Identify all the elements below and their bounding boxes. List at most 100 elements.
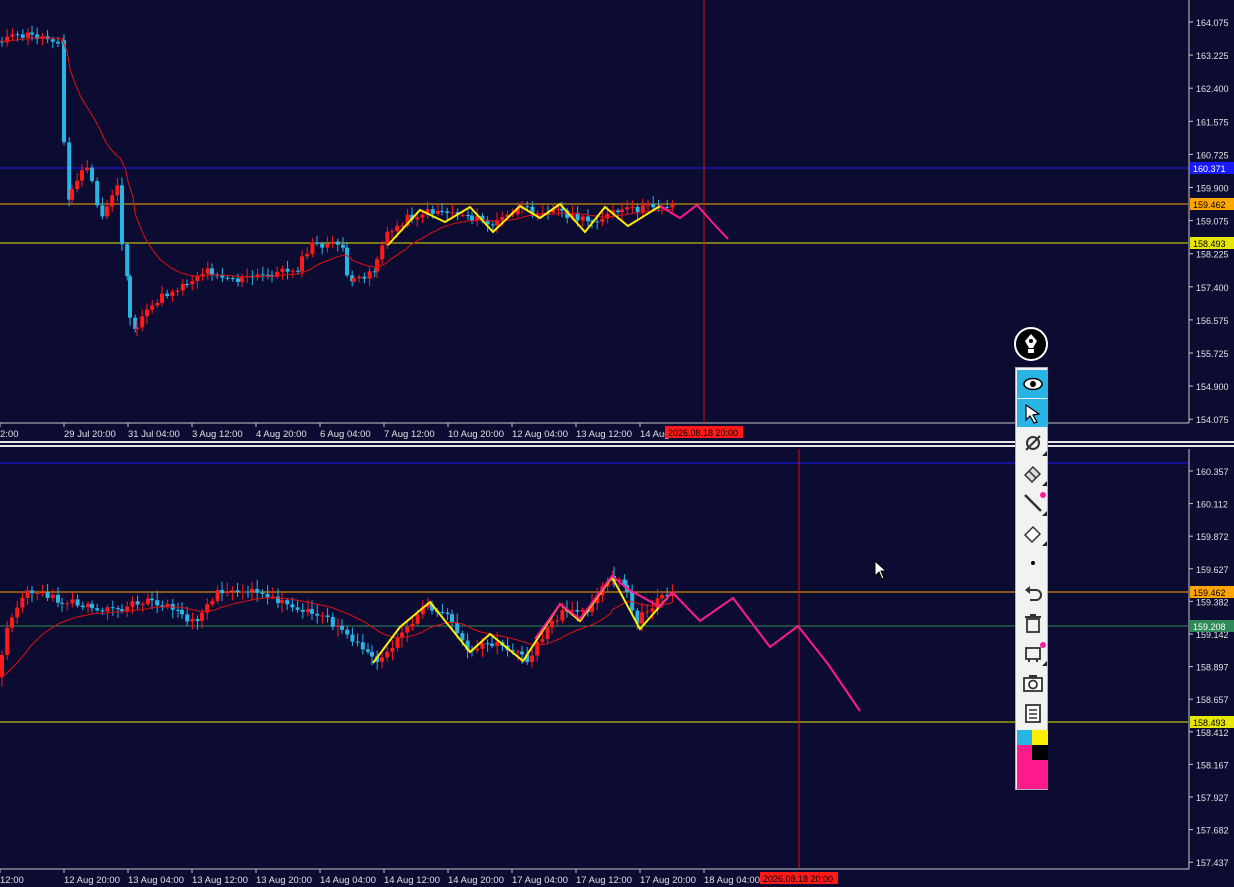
- price-tick-label: 160.112: [1196, 500, 1228, 510]
- pointer-icon[interactable]: [1017, 399, 1048, 427]
- candle-body: [367, 271, 372, 279]
- color-swatch-yellow[interactable]: [1032, 730, 1048, 745]
- bottom-chart-pane[interactable]: 160.357 160.112 159.872 159.627 159.382 159.1…: [0, 449, 1234, 887]
- color-swatch-black[interactable]: [1032, 745, 1048, 760]
- candle-body: [160, 605, 165, 607]
- candle-body: [105, 206, 109, 217]
- candle-body: [250, 588, 254, 592]
- candle-body: [105, 607, 110, 612]
- top-chart-pane[interactable]: 164.075 163.225 162.400 161.575 160.725 159.9…: [0, 0, 1234, 440]
- candle-body: [26, 32, 30, 38]
- price-tick-label: 160.357: [1196, 467, 1229, 477]
- candle-body: [180, 609, 184, 615]
- bottom-chart-canvas[interactable]: 160.357160.112159.872159.627159.382159.1…: [0, 449, 1234, 887]
- candle-body: [90, 603, 94, 609]
- yellow-level-label: 158.493: [1193, 718, 1226, 728]
- line-tool-icon[interactable]: [1017, 489, 1048, 517]
- candle-body: [185, 614, 190, 622]
- price-tick-label: 154.075: [1196, 415, 1229, 425]
- ruler-icon[interactable]: [1017, 519, 1048, 547]
- candle-body: [220, 589, 224, 594]
- candle-body: [128, 276, 132, 318]
- candle-body: [176, 609, 180, 611]
- color-swatch-cyan[interactable]: [1017, 730, 1032, 745]
- candle-body: [320, 615, 325, 617]
- candle-body: [260, 274, 265, 276]
- eraser-icon[interactable]: [1017, 459, 1048, 487]
- price-tick-label: 155.725: [1196, 349, 1229, 359]
- candle-body: [390, 647, 395, 652]
- candle-body: [640, 612, 644, 624]
- notes-icon[interactable]: [1017, 699, 1048, 727]
- candle-body: [635, 206, 640, 213]
- top-chart-canvas[interactable]: 164.075 163.225 162.400 161.575 160.725 159.9…: [0, 0, 1234, 440]
- time-tick-label: 17 Aug 04:00: [512, 875, 568, 886]
- candle-body: [445, 211, 450, 213]
- candle-body: [345, 247, 349, 276]
- candle-body: [50, 39, 55, 42]
- candle-body: [15, 34, 20, 36]
- candle-body: [70, 599, 75, 604]
- candle-body: [440, 612, 445, 614]
- eye-icon[interactable]: [1017, 370, 1048, 398]
- price-tick-label: 159.382: [1196, 597, 1229, 607]
- hide-drawing-icon[interactable]: [1017, 429, 1048, 457]
- drawing-toolbar: [1015, 367, 1048, 790]
- candle-body: [646, 203, 650, 206]
- pen-logo-icon[interactable]: [1014, 327, 1048, 361]
- candle-body: [450, 212, 455, 214]
- candle-body: [260, 592, 265, 594]
- candle-body: [150, 598, 154, 601]
- time-tick-label: 7 Aug 12:00: [384, 429, 435, 440]
- time-tick-label: 18 Aug 04:00: [704, 875, 760, 886]
- crosshair-time-label: 2026.08.18 20:00: [763, 874, 833, 884]
- candle-body: [341, 244, 345, 248]
- candle-body: [436, 210, 440, 214]
- candle-body: [405, 626, 410, 633]
- candle-body: [490, 224, 495, 226]
- candle-body: [296, 270, 300, 272]
- candle-body: [30, 590, 34, 594]
- time-tick-label: 13 Aug 12:00: [192, 875, 248, 886]
- price-tick-label: 158.412: [1196, 728, 1229, 738]
- candle-body: [600, 218, 605, 222]
- candle-body: [535, 641, 540, 656]
- candle-body: [235, 590, 240, 592]
- time-tick-label: 17 Aug 12:00: [576, 875, 632, 886]
- candle-body: [62, 40, 66, 143]
- candle-body: [10, 617, 14, 628]
- candle-body: [150, 305, 155, 310]
- candle-body: [495, 641, 500, 646]
- candle-body: [5, 627, 10, 655]
- color-swatch-pink[interactable]: [1017, 745, 1032, 760]
- price-tick-label: 157.682: [1196, 826, 1229, 836]
- price-tick-label: 158.897: [1196, 663, 1229, 673]
- candle-body: [357, 276, 362, 279]
- candle-body: [60, 602, 64, 604]
- candle-body: [100, 205, 105, 217]
- delete-icon[interactable]: [1017, 609, 1048, 637]
- candle-body: [480, 643, 485, 649]
- candle-body: [336, 625, 340, 627]
- candle-body: [310, 609, 314, 614]
- candle-body: [360, 642, 365, 650]
- candle-body: [15, 607, 20, 618]
- clear-all-icon[interactable]: [1017, 639, 1048, 667]
- candle-body: [20, 597, 25, 608]
- candle-body: [180, 283, 185, 291]
- candle-body: [320, 243, 325, 248]
- candle-body: [415, 614, 420, 624]
- camera-icon[interactable]: [1017, 669, 1048, 697]
- dot-size-icon[interactable]: [1017, 549, 1048, 577]
- candle-body: [220, 275, 225, 278]
- price-tick-label: 159.075: [1196, 217, 1229, 227]
- color-palette[interactable]: [1017, 730, 1048, 789]
- candle-body: [530, 655, 534, 663]
- candle-body: [660, 595, 664, 599]
- pane-divider[interactable]: [0, 440, 1234, 449]
- undo-icon[interactable]: [1017, 579, 1048, 607]
- candle-body: [380, 245, 385, 260]
- price-tick-label: 156.575: [1196, 316, 1229, 326]
- candle-body: [355, 641, 360, 643]
- candle-body: [352, 278, 356, 282]
